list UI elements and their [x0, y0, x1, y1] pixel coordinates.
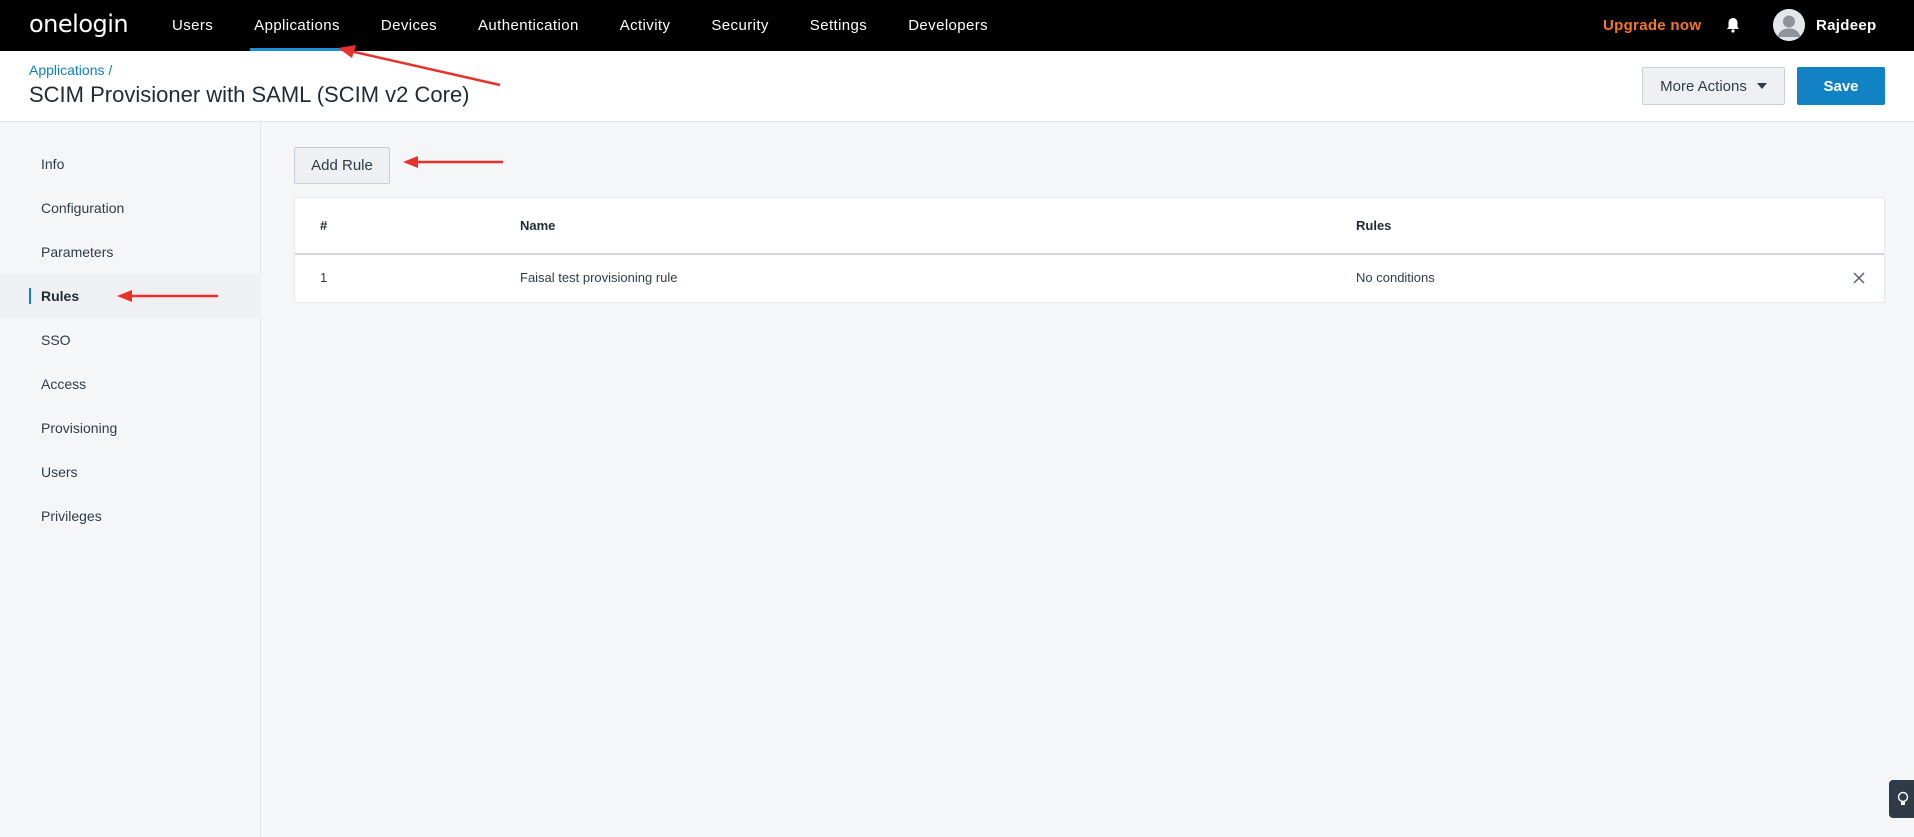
nav-settings[interactable]: Settings [810, 0, 867, 51]
sidebar-item-info[interactable]: Info [0, 142, 261, 186]
arrow-to-add-rule [403, 156, 503, 168]
more-actions-button[interactable]: More Actions [1642, 67, 1785, 105]
nav-users[interactable]: Users [172, 0, 213, 51]
nav-security[interactable]: Security [711, 0, 768, 51]
sidebar-item-provisioning[interactable]: Provisioning [0, 406, 261, 450]
upgrade-now-link[interactable]: Upgrade now [1603, 0, 1701, 51]
sidebar-item-privileges[interactable]: Privileges [0, 494, 261, 538]
rule-number: 1 [320, 270, 328, 285]
nav-authentication[interactable]: Authentication [478, 0, 579, 51]
bell-icon[interactable] [1724, 16, 1742, 34]
sidebar-item-users[interactable]: Users [0, 450, 261, 494]
table-header: # Name Rules [295, 198, 1884, 255]
table-row[interactable]: 1 Faisal test provisioning rule No condi… [295, 255, 1884, 303]
user-avatar[interactable] [1773, 9, 1805, 41]
caret-down-icon [1756, 83, 1767, 89]
lightbulb-icon [1897, 791, 1909, 805]
page-title: SCIM Provisioner with SAML (SCIM v2 Core… [29, 82, 470, 107]
sidebar-item-rules[interactable]: Rules [0, 274, 261, 318]
sidebar-item-configuration[interactable]: Configuration [0, 186, 261, 230]
sidebar-item-parameters[interactable]: Parameters [0, 230, 261, 274]
sidebar-item-sso[interactable]: SSO [0, 318, 261, 362]
add-rule-button[interactable]: Add Rule [294, 147, 390, 184]
nav-devices[interactable]: Devices [381, 0, 437, 51]
rules-table: # Name Rules 1 Faisal test provisioning … [294, 197, 1885, 303]
app-sidebar: Info Configuration Parameters Rules SSO … [0, 122, 261, 837]
sidebar-item-access[interactable]: Access [0, 362, 261, 406]
column-header-rules: Rules [1356, 218, 1392, 233]
avatar-person-icon [1773, 9, 1805, 41]
column-header-name: Name [520, 218, 556, 233]
breadcrumb[interactable]: Applications / [29, 62, 112, 78]
column-header-number: # [320, 218, 328, 233]
onelogin-logo[interactable]: onelogin [29, 10, 129, 38]
rule-conditions: No conditions [1356, 270, 1435, 285]
nav-activity[interactable]: Activity [620, 0, 671, 51]
rule-name[interactable]: Faisal test provisioning rule [520, 270, 678, 285]
save-button[interactable]: Save [1797, 67, 1885, 105]
main-nav: Users Applications Devices Authenticatio… [172, 0, 1029, 51]
page-header: Applications / SCIM Provisioner with SAM… [0, 51, 1914, 122]
close-icon[interactable] [1852, 271, 1866, 285]
annotation-arrows [117, 45, 503, 302]
nav-developers[interactable]: Developers [908, 0, 988, 51]
help-tab[interactable] [1889, 780, 1914, 818]
more-actions-label: More Actions [1660, 77, 1747, 95]
top-nav-bar: onelogin Users Applications Devices Auth… [0, 0, 1914, 51]
nav-applications[interactable]: Applications [250, 0, 344, 51]
user-name[interactable]: Rajdeep [1816, 0, 1876, 51]
